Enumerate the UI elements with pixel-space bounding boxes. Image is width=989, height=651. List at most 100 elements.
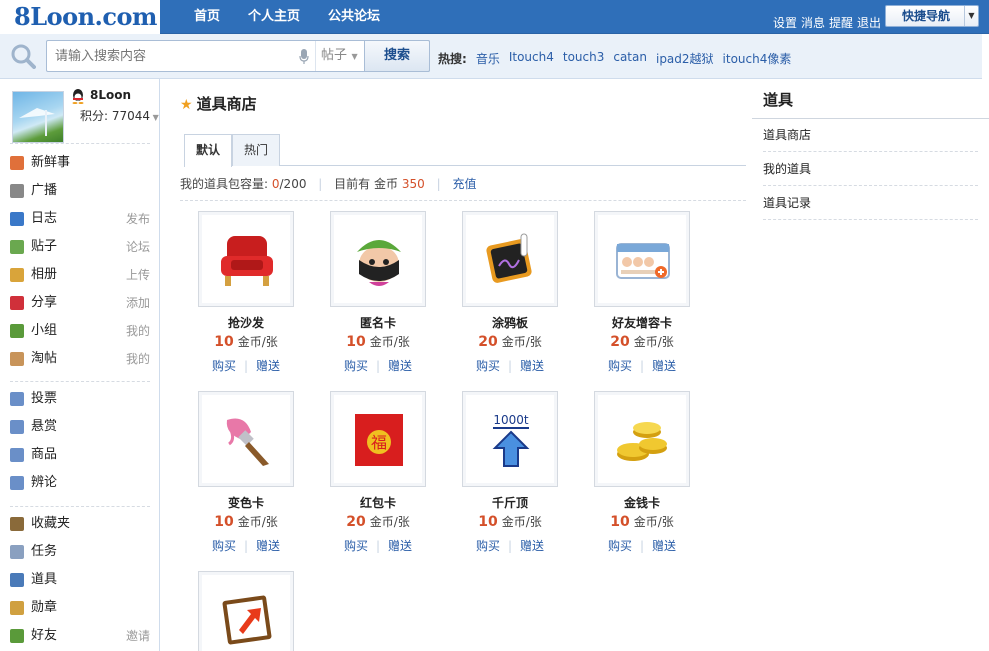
site-logo[interactable]: 8Loon.com: [14, 2, 157, 31]
sidebar-item-action[interactable]: 上传: [126, 261, 150, 289]
sidebar-item-action[interactable]: 论坛: [126, 233, 150, 261]
svg-text:福: 福: [371, 433, 387, 452]
sidebar-item[interactable]: 淘帖 我的: [10, 345, 150, 373]
top-nav-bar: 8Loon.com 首页 个人主页 公共论坛 设置 消息 提醒 退出 快捷导航 …: [0, 0, 989, 34]
sidebar-item[interactable]: 广播: [10, 177, 150, 205]
item-thumbnail[interactable]: [198, 211, 294, 307]
item-name[interactable]: 变色卡: [188, 494, 304, 511]
hot-term[interactable]: ipad2越狱: [656, 50, 714, 67]
item-thumbnail[interactable]: 1000t: [462, 391, 558, 487]
goods-icon: [10, 448, 24, 462]
avatar-image: [19, 108, 55, 136]
nav-forum[interactable]: 公共论坛: [314, 0, 394, 34]
right-link-records[interactable]: 道具记录: [763, 186, 978, 220]
gift-button[interactable]: 赠送: [256, 359, 280, 373]
gift-button[interactable]: 赠送: [388, 359, 412, 373]
microphone-icon[interactable]: [299, 49, 309, 65]
sidebar-item[interactable]: 任务: [10, 538, 150, 566]
buy-button[interactable]: 购买: [212, 539, 236, 553]
item-actions: 购买 | 赠送: [320, 537, 436, 554]
broadcast-icon: [10, 184, 24, 198]
gift-button[interactable]: 赠送: [256, 539, 280, 553]
quick-nav-dropdown[interactable]: 快捷导航 ▼: [885, 5, 979, 27]
sidebar-item-label: 道具: [31, 572, 58, 587]
tab-default[interactable]: 默认: [184, 134, 233, 167]
sidebar-item[interactable]: 投票: [10, 385, 150, 413]
item-thumbnail[interactable]: 福: [330, 391, 426, 487]
item-thumbnail[interactable]: [462, 211, 558, 307]
hot-term[interactable]: touch3: [563, 50, 605, 67]
gift-button[interactable]: 赠送: [520, 359, 544, 373]
item-name[interactable]: 千斤顶: [452, 494, 568, 511]
sidebar-item[interactable]: 新鲜事: [10, 149, 150, 177]
task-icon: [10, 545, 24, 559]
sidebar-item[interactable]: 收藏夹: [10, 510, 150, 538]
sidebar-item-action[interactable]: 我的: [126, 345, 150, 373]
gift-button[interactable]: 赠送: [520, 539, 544, 553]
sidebar-item[interactable]: 贴子 论坛: [10, 233, 150, 261]
item-thumbnail[interactable]: [594, 391, 690, 487]
recharge-link[interactable]: 充值: [452, 177, 476, 191]
buy-button[interactable]: 购买: [212, 359, 236, 373]
reminders-link[interactable]: 提醒: [829, 14, 853, 31]
hot-term[interactable]: itouch4像素: [723, 50, 792, 67]
item-name[interactable]: 好友增容卡: [584, 314, 700, 331]
sidebar-item[interactable]: 分享 添加: [10, 289, 150, 317]
buy-button[interactable]: 购买: [608, 539, 632, 553]
up-arrow-card-icon: [222, 595, 272, 645]
item-name[interactable]: 匿名卡: [320, 314, 436, 331]
item-name[interactable]: 金钱卡: [584, 494, 700, 511]
search-input[interactable]: [55, 41, 295, 71]
sidebar-item[interactable]: 小组 我的: [10, 317, 150, 345]
item-thumbnail[interactable]: [594, 211, 690, 307]
buy-button[interactable]: 购买: [344, 539, 368, 553]
sidebar-item[interactable]: 商品: [10, 441, 150, 469]
sidebar-item[interactable]: 道具: [10, 566, 150, 594]
nav-profile[interactable]: 个人主页: [234, 0, 314, 34]
logout-link[interactable]: 退出: [857, 14, 881, 31]
feed-icon: [10, 156, 24, 170]
item-thumbnail[interactable]: [198, 571, 294, 651]
search-button[interactable]: 搜索: [364, 40, 430, 72]
chevron-down-icon[interactable]: ▼: [964, 6, 978, 26]
item-name[interactable]: 红包卡: [320, 494, 436, 511]
item-thumbnail[interactable]: [330, 211, 426, 307]
avatar[interactable]: [12, 91, 64, 143]
sidebar-item-action[interactable]: 邀请: [126, 622, 150, 650]
sidebar-item-action[interactable]: 发布: [126, 205, 150, 233]
sidebar-item[interactable]: 日志 发布: [10, 205, 150, 233]
buy-button[interactable]: 购买: [476, 359, 500, 373]
item-name[interactable]: 涂鸦板: [452, 314, 568, 331]
nav-home[interactable]: 首页: [180, 0, 234, 34]
hot-term[interactable]: 音乐: [476, 50, 500, 67]
sidebar-item[interactable]: 相册 上传: [10, 261, 150, 289]
gift-button[interactable]: 赠送: [388, 539, 412, 553]
username[interactable]: 8Loon: [90, 88, 131, 102]
sidebar-item-label: 小组: [31, 323, 58, 338]
hot-term[interactable]: Itouch4: [509, 50, 554, 67]
hot-term[interactable]: catan: [613, 50, 647, 67]
sidebar-item-action[interactable]: 添加: [126, 289, 150, 317]
buy-button[interactable]: 购买: [608, 359, 632, 373]
caret-down-icon[interactable]: ▼: [150, 113, 159, 122]
sidebar-item-label: 好友: [31, 628, 58, 643]
capacity-label: 我的道具包容量:: [180, 177, 269, 191]
right-link-my-tools[interactable]: 我的道具: [763, 152, 978, 186]
buy-button[interactable]: 购买: [476, 539, 500, 553]
friend-capacity-icon: [616, 243, 670, 279]
sidebar-item-action[interactable]: 我的: [126, 317, 150, 345]
sidebar-item[interactable]: 勋章: [10, 594, 150, 622]
gift-button[interactable]: 赠送: [652, 539, 676, 553]
messages-link[interactable]: 消息: [801, 14, 825, 31]
sidebar-item[interactable]: 辨论: [10, 469, 150, 497]
buy-button[interactable]: 购买: [344, 359, 368, 373]
gift-button[interactable]: 赠送: [652, 359, 676, 373]
item-thumbnail[interactable]: [198, 391, 294, 487]
settings-link[interactable]: 设置: [773, 14, 797, 31]
right-link-shop[interactable]: 道具商店: [763, 118, 978, 152]
search-type-select[interactable]: 帖子 ▼: [315, 41, 365, 71]
sidebar-item[interactable]: 悬赏: [10, 413, 150, 441]
sidebar-item[interactable]: 好友 邀请: [10, 622, 150, 650]
item-name[interactable]: 抢沙发: [188, 314, 304, 331]
tab-hot[interactable]: 热门: [232, 134, 281, 166]
